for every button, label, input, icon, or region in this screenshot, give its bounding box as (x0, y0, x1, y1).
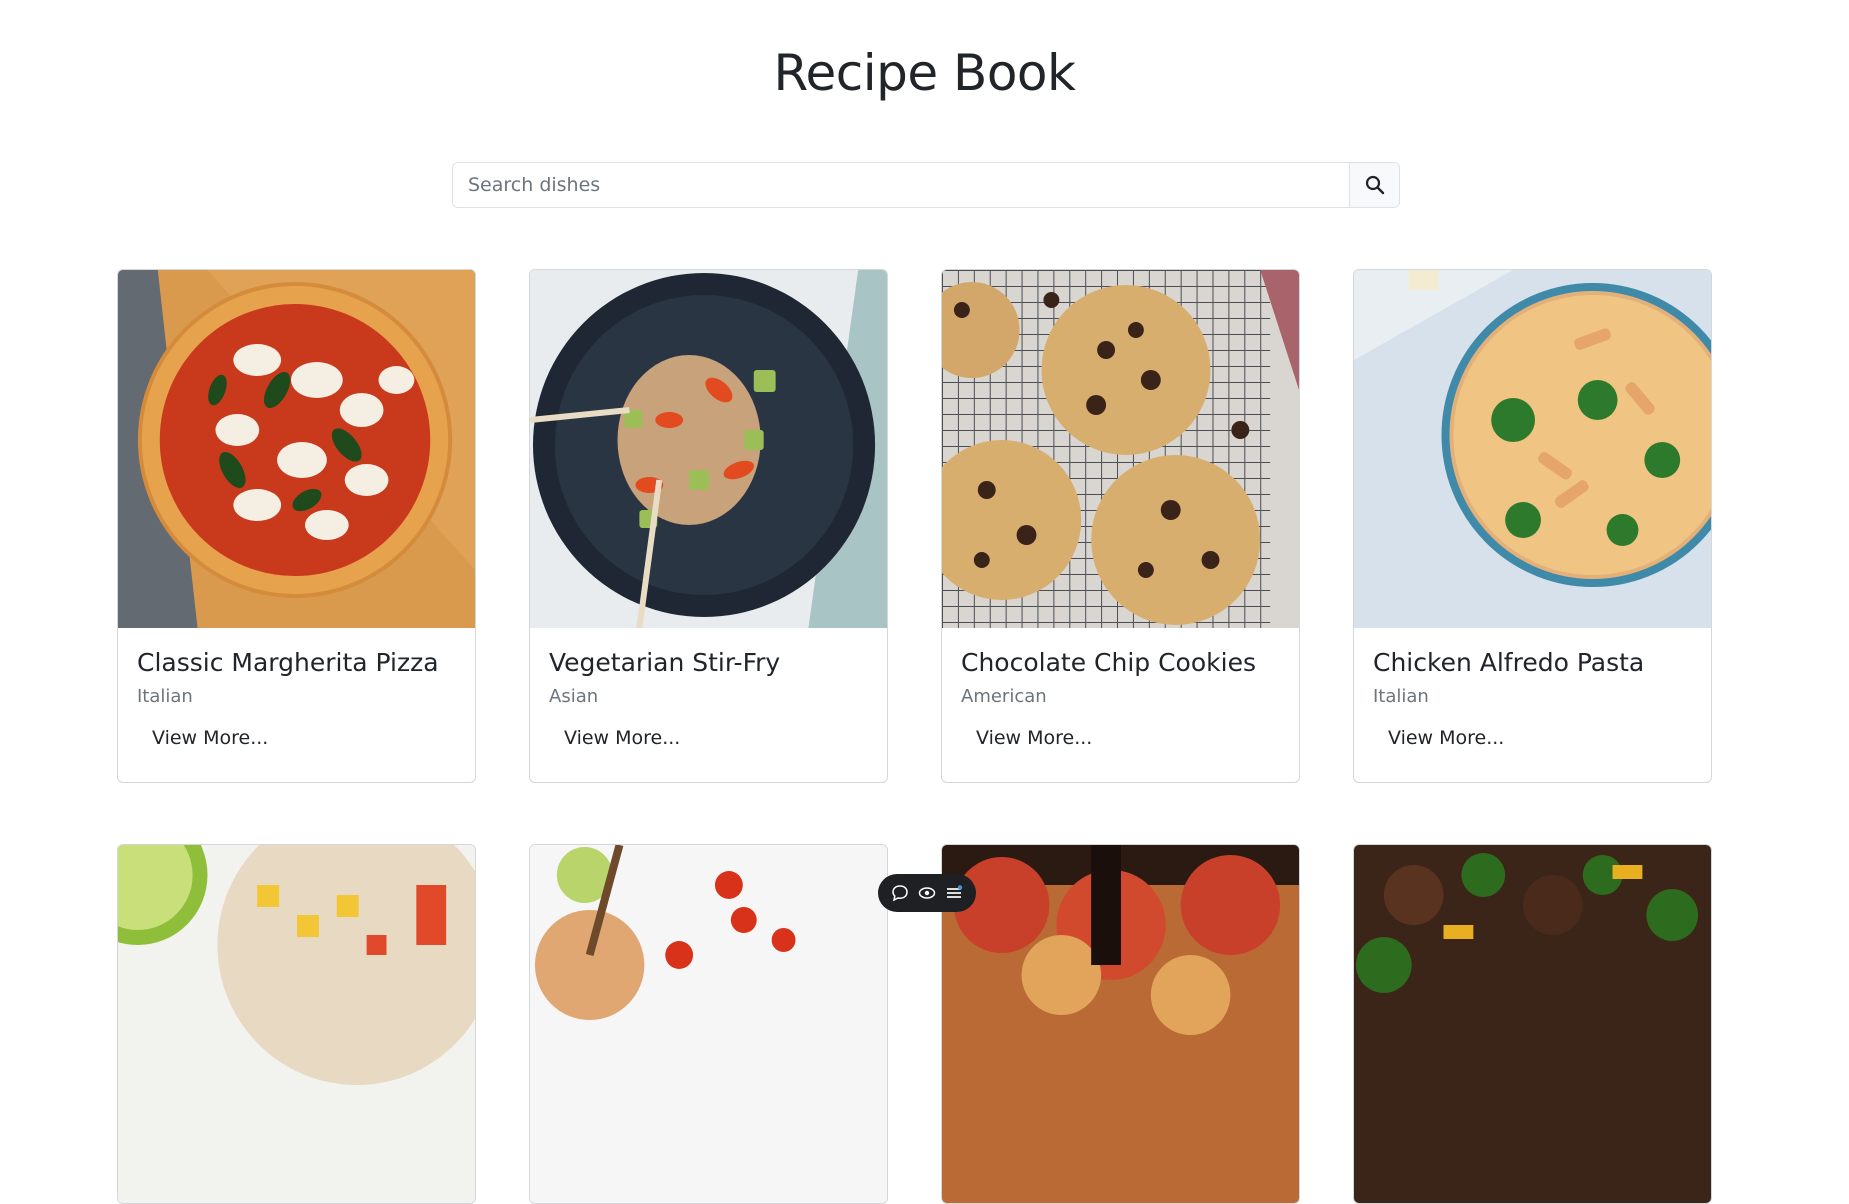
recipe-cuisine: Asian (549, 686, 599, 707)
recipe-card-body: Classic Margherita Pizza Italian View Mo… (118, 628, 475, 782)
recipe-card (1353, 844, 1712, 1204)
view-more-button[interactable]: View More... (137, 721, 283, 755)
recipe-card: Chocolate Chip Cookies American View Mor… (941, 269, 1300, 783)
recipe-cuisine: Italian (137, 686, 193, 707)
recipe-image-salsa (118, 845, 475, 1203)
search-input[interactable] (453, 163, 1349, 207)
recipe-image-beef-broccoli (1354, 845, 1711, 1203)
recipe-card (941, 844, 1300, 1204)
view-more-button[interactable]: View More... (1373, 721, 1519, 755)
recipe-card-body: Chocolate Chip Cookies American View Mor… (942, 628, 1299, 782)
recipe-image-pizza (118, 270, 475, 628)
recipe-title: Vegetarian Stir-Fry (549, 648, 781, 677)
recipe-title: Classic Margherita Pizza (137, 648, 439, 677)
view-more-button[interactable]: View More... (961, 721, 1107, 755)
search-bar (452, 162, 1400, 208)
recipe-image-stir-fry (530, 270, 887, 628)
recipe-card: Chicken Alfredo Pasta Italian View More.… (1353, 269, 1712, 783)
floating-toolbar (878, 874, 976, 912)
recipe-cuisine: American (961, 686, 1047, 707)
recipe-title: Chocolate Chip Cookies (961, 648, 1256, 677)
recipe-image-dressing (530, 845, 887, 1203)
recipe-card-body: Chicken Alfredo Pasta Italian View More.… (1354, 628, 1711, 782)
recipe-image-bruschetta (942, 845, 1299, 1203)
recipe-image-cookies (942, 270, 1299, 628)
recipe-card-body: Vegetarian Stir-Fry Asian View More... (530, 628, 887, 782)
comment-icon[interactable] (890, 883, 910, 903)
view-more-button[interactable]: View More... (549, 721, 695, 755)
recipe-cuisine: Italian (1373, 686, 1429, 707)
page-title: Recipe Book (773, 44, 1076, 102)
recipe-grid: Classic Margherita Pizza Italian View Mo… (117, 269, 1714, 1204)
eye-icon[interactable] (917, 883, 937, 903)
recipe-card: Classic Margherita Pizza Italian View Mo… (117, 269, 476, 783)
recipe-image-pasta (1354, 270, 1711, 628)
menu-icon[interactable] (944, 883, 964, 903)
search-icon (1365, 175, 1384, 195)
recipe-card: Vegetarian Stir-Fry Asian View More... (529, 269, 888, 783)
search-button[interactable] (1349, 163, 1399, 207)
recipe-card (117, 844, 476, 1204)
recipe-title: Chicken Alfredo Pasta (1373, 648, 1645, 677)
recipe-card (529, 844, 888, 1204)
